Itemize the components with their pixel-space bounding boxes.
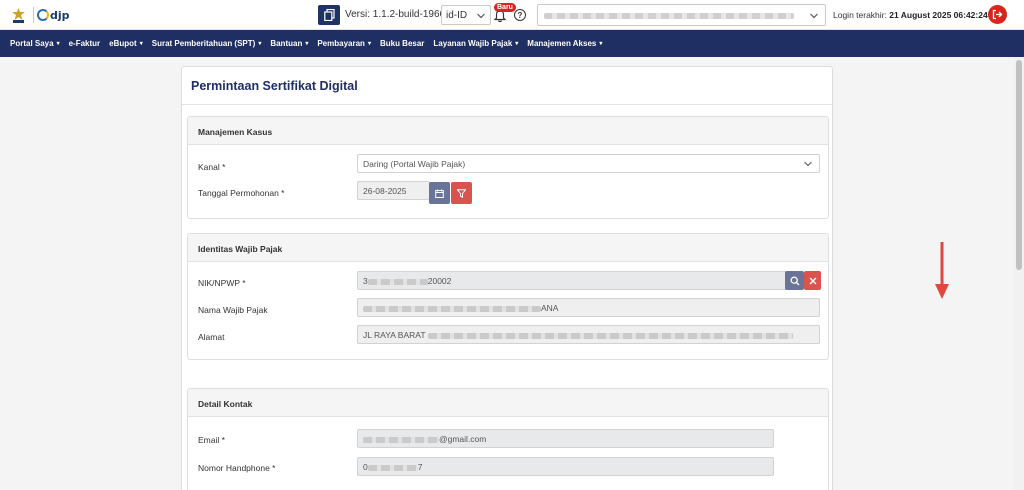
nama-redacted xyxy=(363,305,541,312)
kanal-label: Kanal * xyxy=(198,162,226,172)
help-icon[interactable]: ? xyxy=(514,9,526,21)
new-badge: Baru xyxy=(494,3,516,12)
section-contact-details: Detail Kontak Email * @gmail.com Nomor H… xyxy=(187,388,829,490)
calendar-button[interactable] xyxy=(429,182,450,204)
alamat-redacted xyxy=(427,332,793,339)
account-select[interactable] xyxy=(537,4,826,26)
caret-down-icon: ▾ xyxy=(367,41,371,47)
email-suffix: @gmail.com xyxy=(439,434,487,444)
nav-item-label: Pembayaran xyxy=(317,39,365,48)
copy-document-icon xyxy=(323,9,335,21)
nav-item-label: eBupot xyxy=(109,39,137,48)
caret-down-icon: ▾ xyxy=(56,41,60,47)
account-name-redacted xyxy=(544,13,794,19)
nik-suffix: 20002 xyxy=(427,276,452,286)
section-title: Manajemen Kasus xyxy=(188,117,828,145)
chevron-down-icon xyxy=(477,13,485,19)
caret-down-icon: ▾ xyxy=(515,41,519,47)
section-taxpayer-identity: Identitas Wajib Pajak NIK/NPWP * 3 20002 … xyxy=(187,233,829,360)
clear-date-button[interactable] xyxy=(451,182,472,204)
email-redacted xyxy=(363,436,439,443)
clear-nik-button[interactable] xyxy=(804,271,821,290)
page-scrollbar-thumb[interactable] xyxy=(1016,60,1022,270)
nav-item-label: e-Faktur xyxy=(68,39,101,48)
logout-button[interactable] xyxy=(988,5,1007,24)
logout-icon xyxy=(992,9,1003,20)
caret-down-icon: ▾ xyxy=(258,41,262,47)
chevron-down-icon xyxy=(804,161,812,167)
section-title: Detail Kontak xyxy=(188,389,828,417)
ministry-emblem-icon xyxy=(12,8,25,23)
nik-label: NIK/NPWP * xyxy=(198,278,246,288)
email-input[interactable]: @gmail.com xyxy=(357,429,774,448)
djp-logo[interactable]: djp xyxy=(37,8,70,22)
nav-item-pembayaran[interactable]: Pembayaran ▾ xyxy=(317,39,371,48)
nik-input[interactable]: 3 20002 xyxy=(357,271,787,290)
nav-item-manajemen-akses[interactable]: Manajemen Akses ▾ xyxy=(527,39,602,48)
hp-label: Nomor Handphone * xyxy=(198,463,276,473)
version-value: 1.1.2-build-1966 xyxy=(372,9,446,20)
nav-item-surat-pemberitahuan-spt[interactable]: Surat Pemberitahuan (SPT) ▾ xyxy=(152,39,262,48)
request-card: Permintaan Sertifikat Digital Manajemen … xyxy=(181,66,833,490)
version-label: Versi: xyxy=(345,9,371,20)
section-case-management: Manajemen Kasus Kanal * Daring (Portal W… xyxy=(187,116,829,219)
documents-button[interactable] xyxy=(318,5,340,25)
calendar-icon xyxy=(435,189,444,198)
help-glyph: ? xyxy=(517,10,523,20)
hp-suffix: 7 xyxy=(417,462,423,472)
top-bar: djp Versi: 1.1.2-build-1966 id-ID Baru ?… xyxy=(0,0,1024,30)
hp-redacted xyxy=(367,464,418,471)
filter-clear-icon xyxy=(457,188,466,198)
tanggal-label: Tanggal Permohonan * xyxy=(198,188,285,198)
alamat-input: JL RAYA BARAT xyxy=(357,325,820,344)
request-card-header: Permintaan Sertifikat Digital xyxy=(182,67,832,105)
tanggal-input[interactable]: 26-08-2025 xyxy=(357,181,430,200)
search-nik-button[interactable] xyxy=(785,271,804,290)
nav-item-label: Buku Besar xyxy=(379,39,425,48)
nama-input: ANA xyxy=(357,298,820,317)
nav-item-label: Bantuan xyxy=(270,39,303,48)
scroll-down-arrow-icon xyxy=(935,242,949,299)
nav-item-label: Surat Pemberitahuan (SPT) xyxy=(151,39,256,48)
kanal-value: Daring (Portal Wajib Pajak) xyxy=(363,159,466,169)
nav-item-ebupot[interactable]: eBupot ▾ xyxy=(109,39,143,48)
language-select[interactable]: id-ID xyxy=(441,5,491,25)
nav-item-buku-besar[interactable]: Buku Besar xyxy=(380,39,424,48)
djp-logo-mark-icon xyxy=(37,9,49,21)
tanggal-value: 26-08-2025 xyxy=(363,186,407,196)
caret-down-icon: ▾ xyxy=(305,41,309,47)
nav-item-bantuan[interactable]: Bantuan ▾ xyxy=(270,39,308,48)
nik-redacted xyxy=(367,278,428,285)
alamat-label: Alamat xyxy=(198,332,225,342)
nav-item-label: Layanan Wajib Pajak xyxy=(433,39,513,48)
alamat-prefix: JL RAYA BARAT xyxy=(363,330,426,340)
last-login-value: 21 August 2025 06:42:24 xyxy=(889,10,988,20)
language-value: id-ID xyxy=(446,10,468,21)
nama-label: Nama Wajib Pajak xyxy=(198,305,268,315)
main-navbar: Portal Saya ▾ e-Faktur eBupot ▾ Surat Pemberi… xyxy=(0,30,1024,57)
hp-input[interactable]: 07 xyxy=(357,457,774,476)
close-icon xyxy=(809,277,816,284)
nav-item-label: Portal Saya xyxy=(10,39,54,48)
nav-item-label: Manajemen Akses xyxy=(527,39,597,48)
kanal-select[interactable]: Daring (Portal Wajib Pajak) xyxy=(357,154,820,173)
nav-item-portal-saya[interactable]: Portal Saya ▾ xyxy=(10,39,60,48)
version-info: Versi: 1.1.2-build-1966 xyxy=(345,9,445,20)
page-title: Permintaan Sertifikat Digital xyxy=(191,79,358,93)
last-login-info: Login terakhir: 21 August 2025 06:42:24 xyxy=(833,10,988,20)
nav-item-e-faktur[interactable]: e-Faktur xyxy=(69,39,101,48)
section-title: Identitas Wajib Pajak xyxy=(188,234,828,262)
last-login-label: Login terakhir: xyxy=(833,10,887,20)
nama-suffix: ANA xyxy=(541,303,559,313)
logo-separator xyxy=(33,7,34,23)
caret-down-icon: ▾ xyxy=(139,41,143,47)
nav-item-layanan-wajib-pajak[interactable]: Layanan Wajib Pajak ▾ xyxy=(433,39,518,48)
chevron-down-icon xyxy=(810,13,818,19)
caret-down-icon: ▾ xyxy=(599,41,603,47)
search-icon xyxy=(790,276,799,285)
email-label: Email * xyxy=(198,435,225,445)
djp-logo-text: djp xyxy=(50,8,70,22)
